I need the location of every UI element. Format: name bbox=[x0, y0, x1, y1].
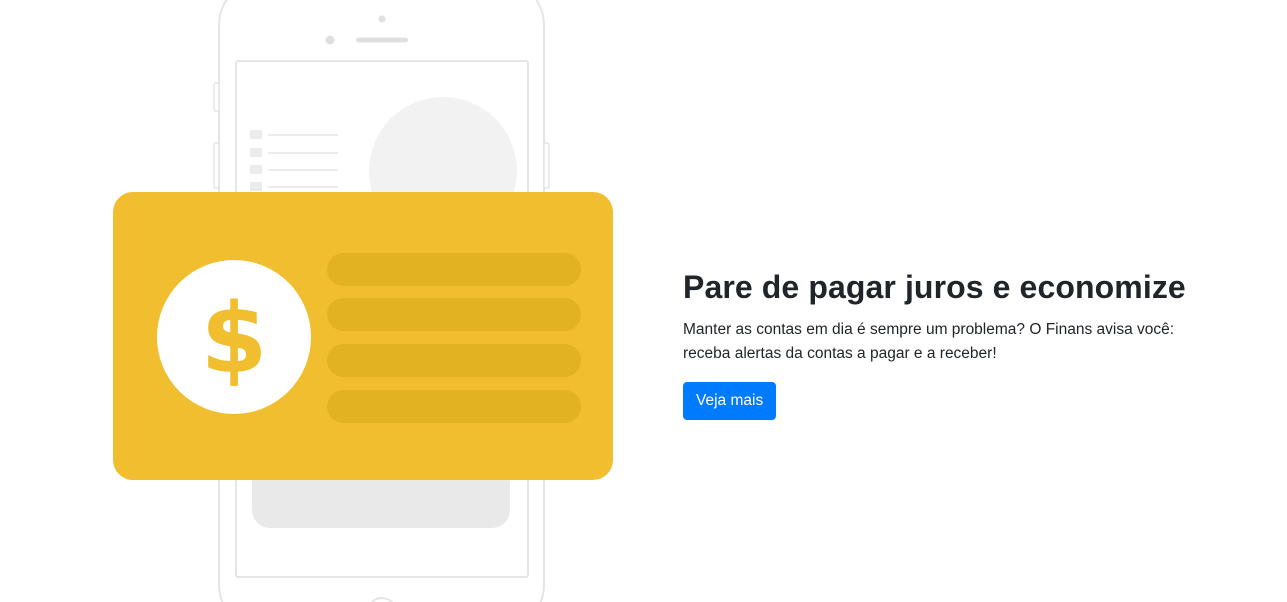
hero-section: $ Pare de pagar juros e economize Manter… bbox=[0, 0, 1287, 602]
dollar-sign-icon: $ bbox=[201, 283, 268, 395]
bill-line bbox=[327, 253, 581, 286]
bill-card: $ bbox=[113, 192, 613, 480]
bill-line bbox=[327, 390, 581, 423]
hero-title: Pare de pagar juros e economize bbox=[683, 269, 1186, 305]
bill-line bbox=[327, 298, 581, 331]
hero-description: Manter as contas em dia é sempre um prob… bbox=[683, 321, 1175, 363]
see-more-button[interactable]: Veja mais bbox=[683, 382, 777, 421]
bill-line bbox=[327, 344, 581, 377]
hero-content: Pare de pagar juros e economize Manter a… bbox=[683, 268, 1243, 421]
phone-bill-illustration: $ bbox=[113, 0, 613, 602]
hero-illustration: $ bbox=[0, 0, 640, 602]
